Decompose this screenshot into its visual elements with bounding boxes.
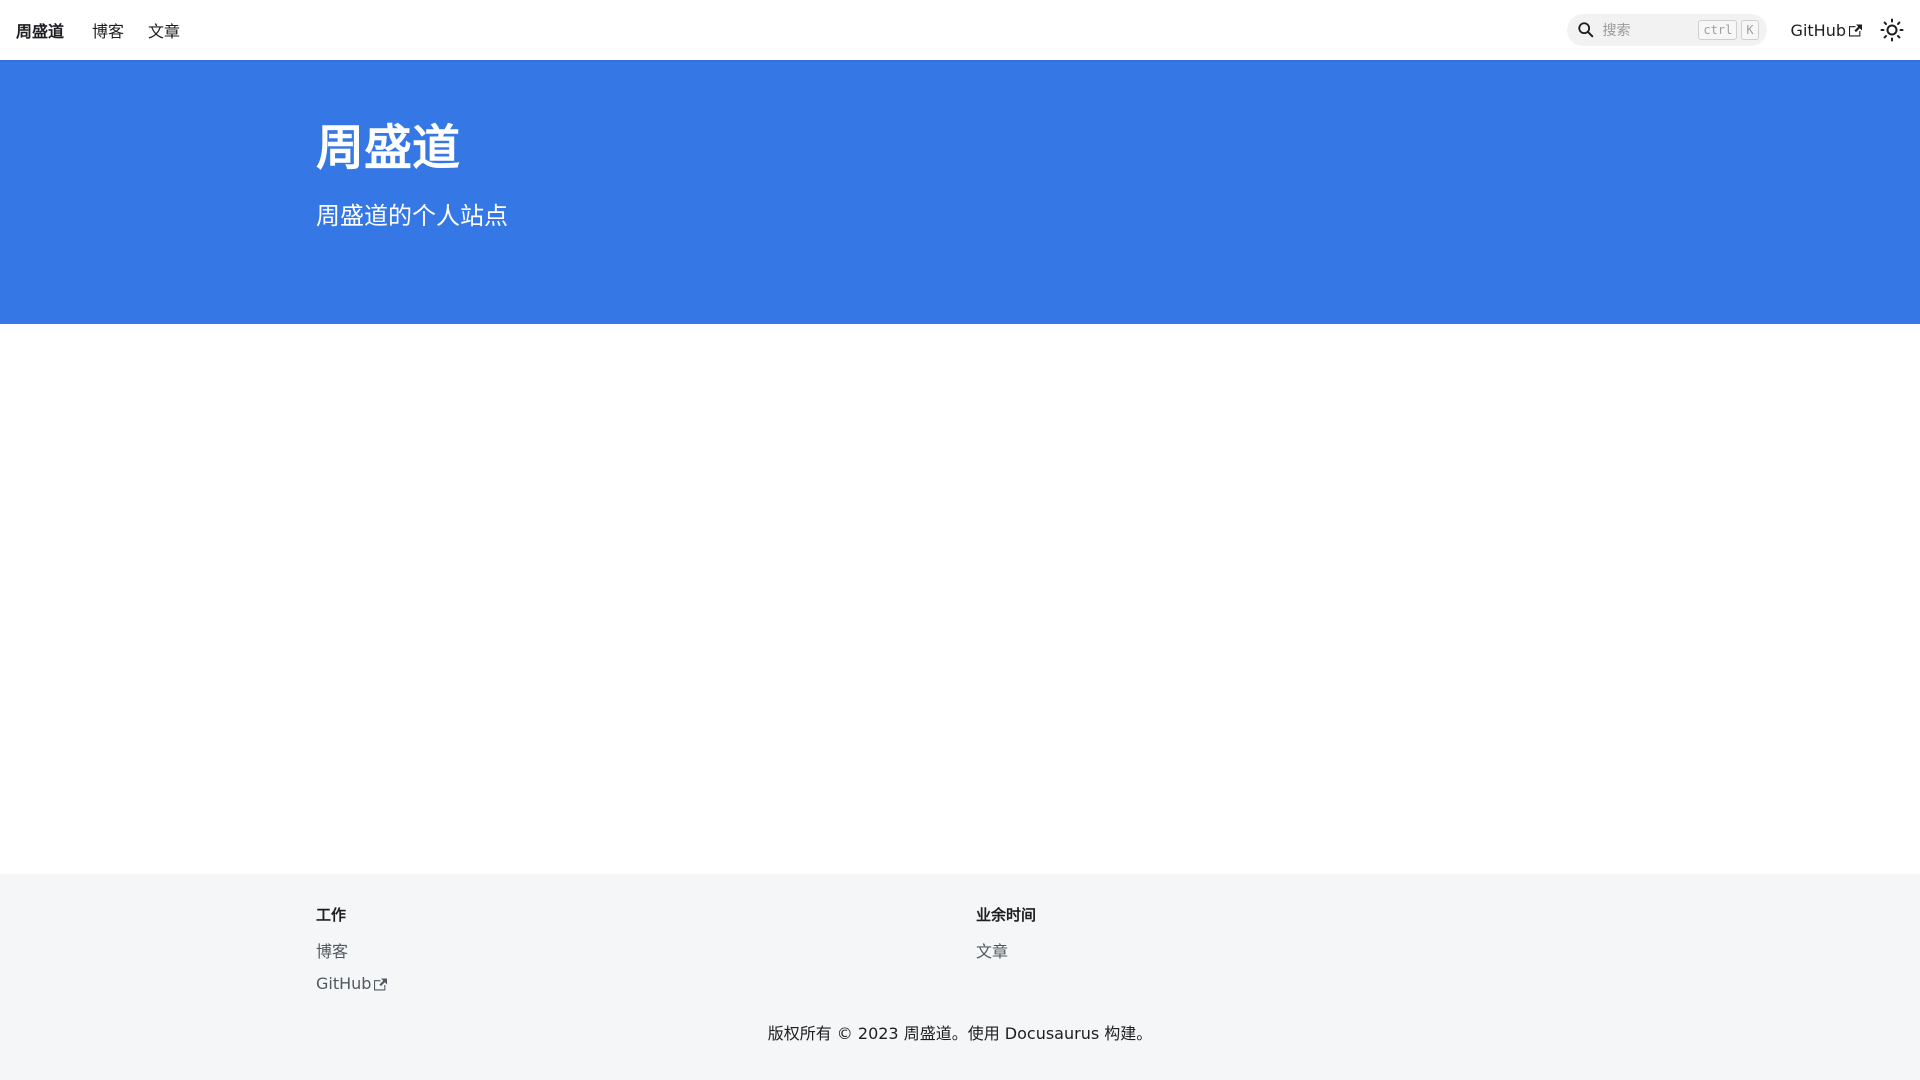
external-link-icon bbox=[374, 978, 388, 990]
footer-column-title: 工作 bbox=[316, 906, 347, 924]
footer-copyright: 版权所有 © 2023 周盛道。使用 Docusaurus 构建。 bbox=[767, 1024, 1153, 1043]
search-icon bbox=[1577, 22, 1593, 38]
navbar-github-link[interactable]: GitHub bbox=[1791, 21, 1862, 40]
footer-column-work: 工作 博客 GitHub bbox=[316, 904, 388, 1000]
external-link-icon bbox=[1849, 24, 1862, 36]
footer: 工作 博客 GitHub 业余时间 文章 版权所有 © 2023 周盛道。使用 … bbox=[0, 874, 1920, 1080]
hero-banner: 周盛道 周盛道的个人站点 bbox=[0, 60, 1920, 324]
navbar: 周盛道 博客 文章 搜索 ctrl K GitHub bbox=[0, 0, 1920, 60]
footer-link-blog[interactable]: 博客 bbox=[316, 936, 387, 968]
footer-column-title: 业余时间 bbox=[976, 906, 1037, 924]
footer-link-github[interactable]: GitHub bbox=[316, 968, 388, 1000]
footer-column-spare-time: 业余时间 文章 bbox=[976, 904, 1036, 968]
navbar-brand[interactable]: 周盛道 bbox=[16, 18, 64, 42]
hero-title: 周盛道 bbox=[316, 120, 461, 176]
footer-link-articles[interactable]: 文章 bbox=[976, 936, 1036, 968]
search-input[interactable]: 搜索 ctrl K bbox=[1566, 14, 1767, 46]
footer-github-label: GitHub bbox=[316, 974, 372, 993]
nav-link-articles[interactable]: 文章 bbox=[148, 18, 180, 42]
shortcut-key-ctrl: ctrl bbox=[1698, 20, 1738, 40]
nav-link-blog[interactable]: 博客 bbox=[92, 18, 124, 42]
navbar-github-label: GitHub bbox=[1790, 20, 1846, 40]
theme-toggle-sun-icon[interactable] bbox=[1880, 18, 1904, 42]
hero-subtitle: 周盛道的个人站点 bbox=[316, 202, 508, 230]
shortcut-key-k: K bbox=[1741, 20, 1759, 40]
search-placeholder: 搜索 bbox=[1602, 23, 1631, 39]
